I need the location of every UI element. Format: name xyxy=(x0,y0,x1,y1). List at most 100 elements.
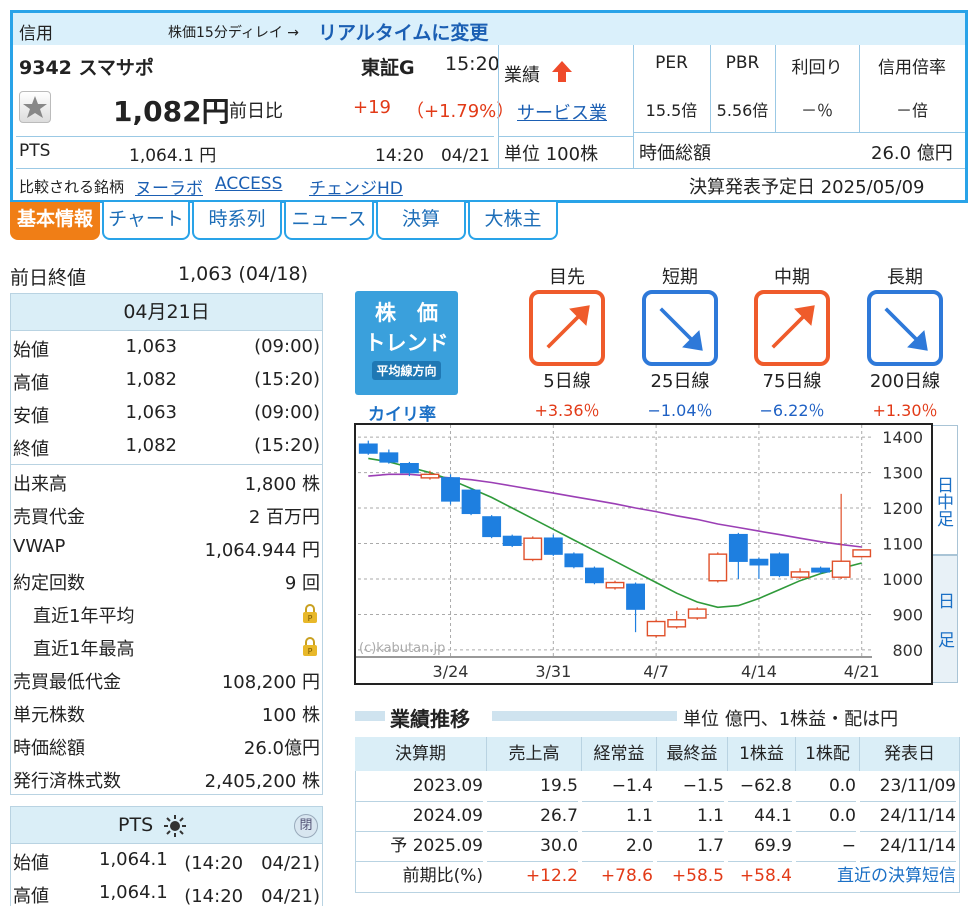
current-price: 1,082円 xyxy=(113,95,230,128)
results-cell: 1.1 xyxy=(657,801,724,832)
tab-news[interactable]: ニュース xyxy=(284,202,374,240)
pts-time: 14:20 04/21 xyxy=(375,146,490,166)
closed-badge-icon: 閉 xyxy=(294,814,318,838)
day-row-value: 1,082 xyxy=(125,369,177,390)
trend-logo-line3: 平均線方向 xyxy=(372,361,441,380)
stats-row: 約定回数 9 回 xyxy=(11,564,322,597)
candle-body xyxy=(523,537,543,561)
stats-row: 直近1年平均 P xyxy=(11,597,322,630)
tab-daily-chart[interactable]: 日足 xyxy=(933,555,958,683)
gyoseki-label: 業績 xyxy=(504,65,540,86)
candle-body xyxy=(482,516,502,538)
pts-row-time: (14:20 04/21) xyxy=(184,853,320,874)
sector-link[interactable]: サービス業 xyxy=(517,99,607,125)
price-change: +19 xyxy=(353,97,391,118)
day-table: 始値 1,063 (09:00) 高値 1,082 (15:20) 安値 1,063 (09:0… xyxy=(10,331,323,465)
stats-row: 時価総額 26.0億円 xyxy=(11,729,322,762)
margin-ratio-heading: 信用倍率 xyxy=(878,58,946,78)
stats-row-label: 時価総額 xyxy=(13,738,85,759)
candle-body xyxy=(708,553,728,582)
yield-value: －％ xyxy=(800,101,833,120)
trend-ma-label: 5日線 xyxy=(543,371,591,392)
tab-intraday-chart[interactable]: 日中足 xyxy=(933,425,958,555)
y-tick-label: 800 xyxy=(892,641,923,660)
results-cell: 0.0 xyxy=(796,801,856,832)
pts-row-label: 始値 xyxy=(13,853,49,874)
day-row-time: (15:20) xyxy=(254,435,320,456)
day-row: 安値 1,063 (09:00) xyxy=(11,397,322,430)
day-row-label: 始値 xyxy=(13,340,49,361)
trend-period-title: 長期 xyxy=(887,267,923,288)
stats-row-value: 2,405,200 株 xyxy=(204,771,320,792)
x-tick-label: 4/7 xyxy=(643,662,669,681)
sun-icon xyxy=(164,815,186,837)
candle-body xyxy=(790,571,810,578)
results-cell: 24/11/14 xyxy=(860,801,956,832)
compare-link-change[interactable]: チェンジHD xyxy=(309,174,403,199)
candle-body xyxy=(646,620,666,637)
y-tick-label: 1400 xyxy=(882,428,923,447)
day-date-header: 04月21日 xyxy=(10,293,323,331)
results-header-cell: 売上高 xyxy=(487,737,582,771)
tab-basic-info[interactable]: 基本情報 xyxy=(10,202,100,240)
stats-row-label: 直近1年最高 xyxy=(33,639,135,660)
results-cell: 2.0 xyxy=(582,831,653,862)
delay-note: 株価15分ディレイ → xyxy=(168,25,300,41)
tab-chart[interactable]: チャート xyxy=(102,202,190,240)
trend-logo-line1: 株 価 xyxy=(375,301,438,325)
candle-body xyxy=(687,608,707,619)
candle-body xyxy=(811,567,831,573)
results-cell: 19.5 xyxy=(487,771,578,802)
yoy-value: +12.2 xyxy=(525,866,578,886)
x-tick-label: 3/31 xyxy=(535,662,571,681)
results-cell: 26.7 xyxy=(487,801,578,832)
pts-row: 高値 1,064.1 (14:20 04/21) xyxy=(11,877,322,910)
day-row-value: 1,063 xyxy=(125,336,177,357)
category-label: 信用 xyxy=(19,24,53,44)
pts-row-value: 1,064.1 xyxy=(99,882,168,903)
earnings-date: 決算発表予定日 2025/05/09 xyxy=(689,177,925,198)
header-topbar xyxy=(13,13,965,45)
svg-text:P: P xyxy=(308,647,313,656)
trend-period-title: 目先 xyxy=(549,267,585,288)
stats-row-label: 直近1年平均 xyxy=(33,606,135,627)
trend-period-title: 短期 xyxy=(662,267,698,288)
margin-ratio-value: －倍 xyxy=(895,101,928,120)
tab-earnings[interactable]: 決算 xyxy=(376,202,466,240)
compare-link-nulab[interactable]: ヌーラボ xyxy=(135,174,203,199)
results-header-cell: 決算期 xyxy=(355,737,487,771)
compare-link-access[interactable]: ACCESS xyxy=(215,174,282,194)
realtime-link[interactable]: リアルタイムに変更 xyxy=(318,18,488,45)
results-cell: 0.0 xyxy=(796,771,856,802)
pbr-value: 5.56倍 xyxy=(716,101,769,120)
candle-body xyxy=(441,477,460,502)
candle-body xyxy=(605,581,625,589)
trend-ma-label: 25日線 xyxy=(650,371,710,392)
candle-body xyxy=(564,553,584,568)
svg-text:P: P xyxy=(308,614,313,623)
day-row: 終値 1,082 (15:20) xyxy=(11,430,322,463)
price-chart[interactable]: 1400 1300 1200 1100 1000 900 800 3/24 3/31 4/7 4/1… xyxy=(354,423,933,685)
yoy-label: 前期比(%) xyxy=(402,866,483,886)
candle-body xyxy=(626,583,645,610)
results-cell: −62.8 xyxy=(728,771,792,802)
stats-row-label: 売買最低代金 xyxy=(13,672,121,693)
results-cell: −1.4 xyxy=(582,771,653,802)
stats-row-label: 売買代金 xyxy=(13,507,85,528)
tab-major-shareholders[interactable]: 大株主 xyxy=(468,202,558,240)
stats-row-label: 約定回数 xyxy=(13,573,85,594)
trend-ma-label: 75日線 xyxy=(762,371,822,392)
favorite-star-icon[interactable] xyxy=(19,91,51,123)
results-cell: 予 2025.09 xyxy=(355,831,483,862)
stats-table: 出来高 1,800 株売買代金 2 百万円 VWAP 1,064.944 円約定回数 9 … xyxy=(10,465,323,795)
stats-row-label: VWAP xyxy=(13,536,66,557)
results-title-bar: 業績推移 単位 億円、1株益・配は円 xyxy=(355,705,960,731)
tab-timeseries[interactable]: 時系列 xyxy=(192,202,282,240)
stats-row-value: 26.0億円 xyxy=(243,738,320,759)
stats-row: 出来高 1,800 株 xyxy=(11,465,322,498)
unit-label: 単位 100株 xyxy=(504,144,599,165)
stats-row-value: 1,800 株 xyxy=(244,474,320,495)
candle-body xyxy=(831,560,851,578)
per-heading: PER xyxy=(655,53,688,73)
latest-earnings-report-link[interactable]: 直近の決算短信 xyxy=(816,861,956,891)
